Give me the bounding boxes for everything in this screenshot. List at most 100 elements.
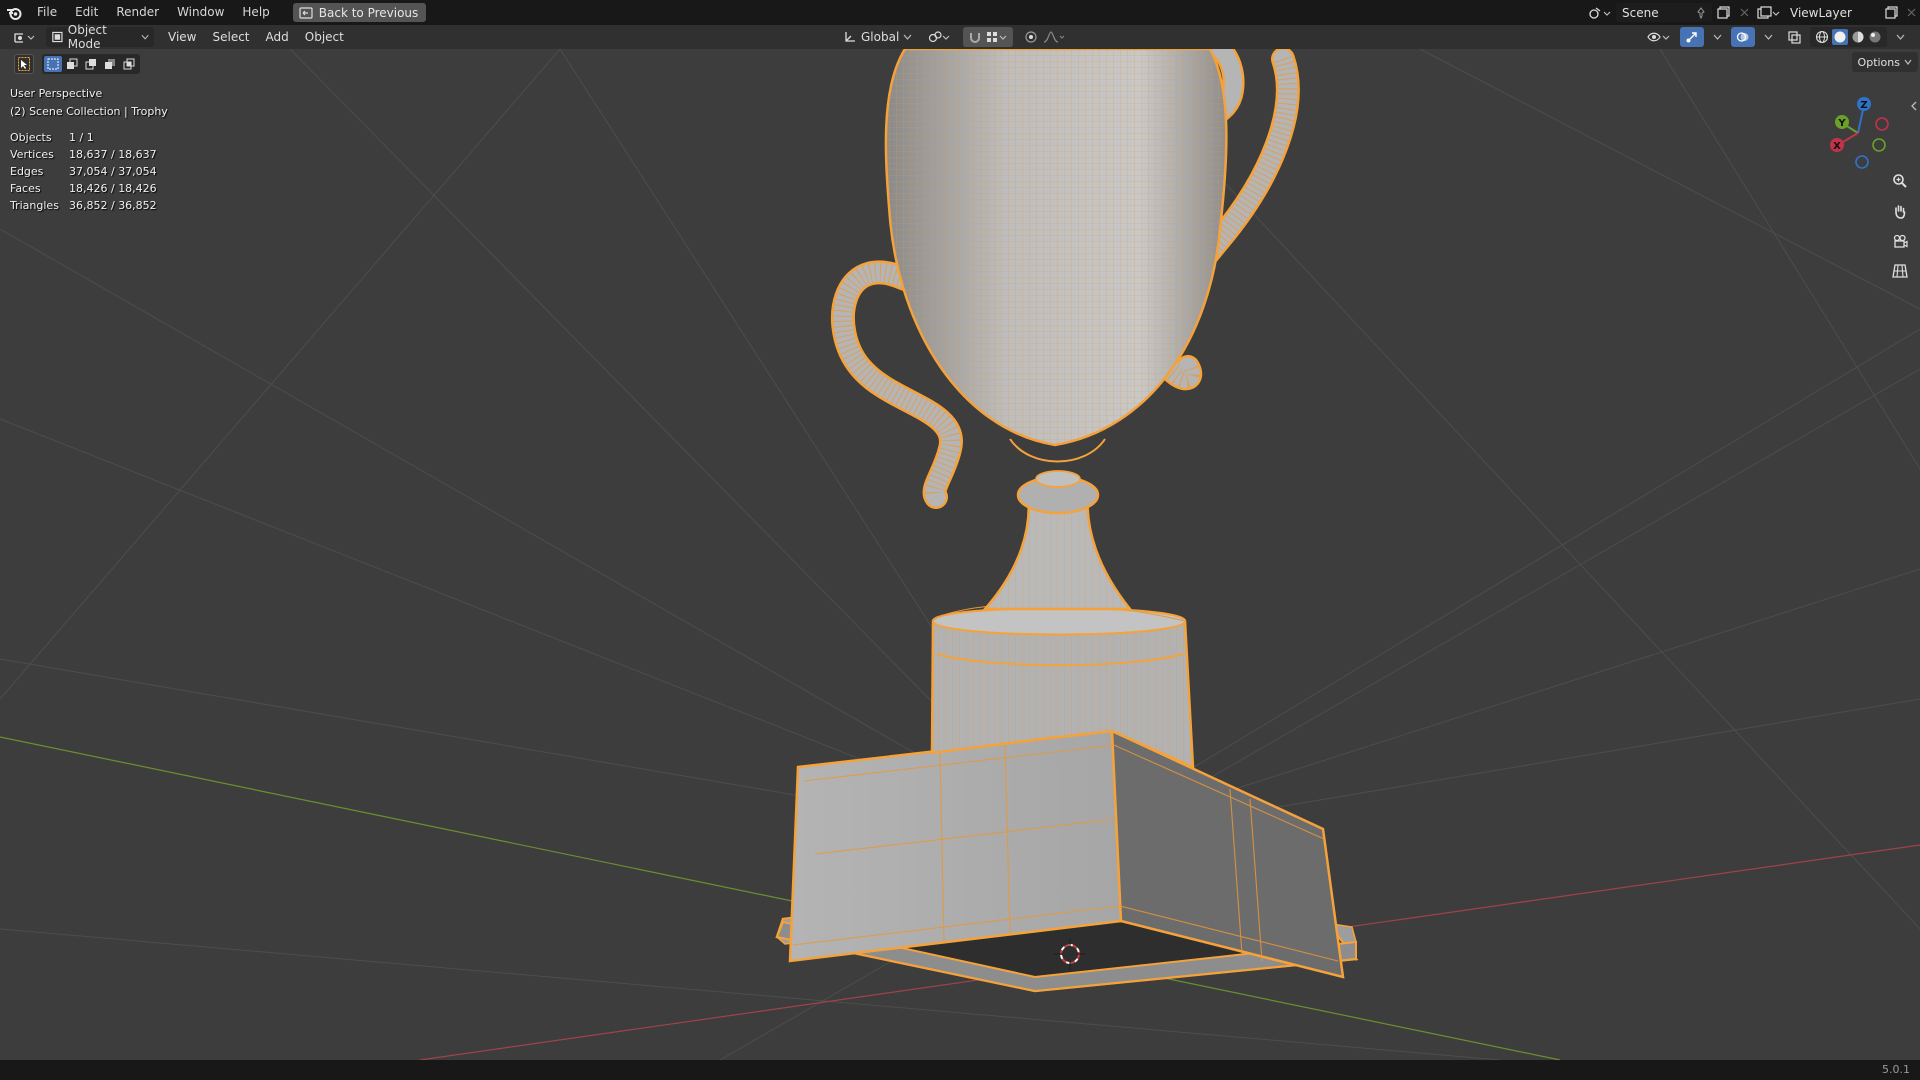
navigation-gizmo[interactable]: Z Y X (1816, 89, 1900, 173)
3d-viewport[interactable]: Options User Perspective (2) Scene Colle… (0, 49, 1920, 1060)
back-icon (299, 6, 313, 19)
menu-help[interactable]: Help (233, 0, 278, 25)
back-to-previous-label: Back to Previous (318, 5, 419, 20)
gizmo-neg-y[interactable] (1872, 138, 1886, 152)
stat-value: 1 / 1 (69, 131, 94, 144)
options-dropdown[interactable]: Options (1851, 52, 1918, 72)
view-layer-name-field[interactable]: ViewLayer (1784, 3, 1880, 22)
status-bar: 5.0.1 (0, 1060, 1920, 1080)
solid-shading-icon[interactable] (1832, 29, 1848, 45)
chevron-down-icon (1904, 59, 1912, 65)
orthographic-grid-icon[interactable] (1888, 259, 1912, 283)
gizmo-x-label: X (1833, 141, 1841, 152)
header-menu-object[interactable]: Object (297, 30, 352, 44)
overlays-dropdown[interactable] (1759, 27, 1778, 47)
editor-type-button[interactable] (8, 27, 42, 47)
shading-dropdown[interactable] (1891, 27, 1910, 47)
header-menu-add[interactable]: Add (258, 30, 297, 44)
pan-hand-icon[interactable] (1888, 199, 1912, 223)
scene-name-field[interactable]: Scene (1616, 3, 1712, 22)
stat-value: 18,426 / 18,426 (69, 182, 157, 195)
select-intersect-mode-icon[interactable] (120, 56, 138, 72)
chevron-down-icon (141, 34, 149, 40)
new-view-layer-button[interactable] (1880, 3, 1902, 22)
proportional-icon (1025, 31, 1037, 43)
new-scene-button[interactable] (1712, 3, 1734, 22)
trophy-base (775, 728, 1359, 993)
scene-statistics: Objects 1 / 1 Vertices 18,637 / 18,637 Edg… (10, 129, 157, 214)
magnet-icon (970, 33, 981, 43)
menu-render[interactable]: Render (107, 0, 168, 25)
select-new-mode-icon[interactable] (44, 56, 62, 72)
stat-label: Triangles (10, 199, 59, 212)
tool-settings-row (14, 54, 140, 74)
camera-view-icon[interactable] (1888, 229, 1912, 253)
stat-value: 18,637 / 18,637 (69, 148, 157, 161)
chevron-down-icon (1764, 34, 1773, 40)
material-preview-icon[interactable] (1851, 30, 1865, 44)
visibility-selector[interactable] (1642, 27, 1676, 47)
chevron-down-icon (903, 34, 912, 40)
selection-mode-group (42, 54, 140, 74)
snap-toggle[interactable] (963, 27, 1014, 47)
stat-label: Faces (10, 182, 41, 195)
gizmo-icon (1686, 32, 1697, 43)
scene-name: Scene (1622, 5, 1659, 20)
mode-selector[interactable]: Object Mode (46, 23, 154, 51)
header-center-tools: Global (838, 27, 1071, 47)
blender-logo-icon[interactable] (0, 0, 28, 25)
rendered-shading-icon[interactable] (1868, 30, 1882, 44)
back-to-previous-button[interactable]: Back to Previous (292, 3, 427, 22)
navigation-tools (1888, 169, 1912, 283)
pivot-icon (929, 31, 950, 43)
header-menu-select[interactable]: Select (204, 30, 257, 44)
stat-label: Objects (10, 131, 52, 144)
zoom-icon[interactable] (1888, 169, 1912, 193)
pivot-point-selector[interactable] (923, 27, 957, 47)
select-extend-mode-icon[interactable] (63, 56, 81, 72)
close-icon (1740, 8, 1748, 17)
menu-file[interactable]: File (28, 0, 66, 25)
menu-edit[interactable]: Edit (66, 0, 107, 25)
gizmo-neg-x[interactable] (1875, 117, 1889, 131)
view-layer-selector-button[interactable] (1754, 3, 1784, 22)
overlays-icon (1736, 32, 1749, 42)
transform-orientation-selector[interactable]: Global (838, 27, 917, 47)
mode-label: Object Mode (67, 23, 107, 51)
gizmo-dropdown[interactable] (1708, 27, 1727, 47)
select-difference-mode-icon[interactable] (101, 56, 119, 72)
snap-grid-icon (987, 32, 1007, 42)
viewport-info: User Perspective (2) Scene Collection | … (10, 85, 168, 121)
gizmo-neg-z[interactable] (1855, 155, 1869, 169)
menu-window[interactable]: Window (168, 0, 233, 25)
xray-icon (1788, 31, 1801, 44)
stat-label: Edges (10, 165, 44, 178)
trophy-cup (884, 49, 1228, 463)
options-label: Options (1857, 55, 1900, 69)
delete-view-layer-button[interactable] (1902, 3, 1920, 22)
main-menu: File Edit Render Window Help (28, 0, 279, 25)
select-tool-button[interactable] (14, 54, 34, 74)
orientation-axes-icon (845, 32, 855, 42)
chevron-down-icon (1896, 34, 1905, 40)
chevron-down-icon (1713, 34, 1722, 40)
wireframe-shading-icon[interactable] (1815, 30, 1829, 44)
header-menu-view[interactable]: View (160, 30, 204, 44)
sidebar-expand-arrow-icon[interactable] (1910, 101, 1918, 111)
overlays-toggle[interactable] (1731, 27, 1755, 47)
pin-icon[interactable] (1696, 6, 1706, 19)
delete-scene-button[interactable] (1734, 3, 1754, 22)
active-collection-label: (2) Scene Collection | Trophy (10, 105, 168, 118)
scene-selector-button[interactable] (1584, 3, 1616, 22)
top-menu-bar: File Edit Render Window Help Back to Pre… (0, 0, 1920, 25)
3d-viewport-icon (14, 33, 35, 43)
duplicate-icon (1884, 6, 1898, 19)
xray-toggle[interactable] (1782, 27, 1806, 47)
topbar-right: Scene ViewLayer (1584, 0, 1920, 25)
stat-value: 36,852 / 36,852 (69, 199, 157, 212)
proportional-editing-toggle[interactable] (1019, 27, 1071, 47)
gizmo-toggle[interactable] (1680, 27, 1704, 47)
close-icon (1907, 8, 1915, 17)
view-layer-icon (1757, 5, 1780, 19)
select-subtract-mode-icon[interactable] (82, 56, 100, 72)
